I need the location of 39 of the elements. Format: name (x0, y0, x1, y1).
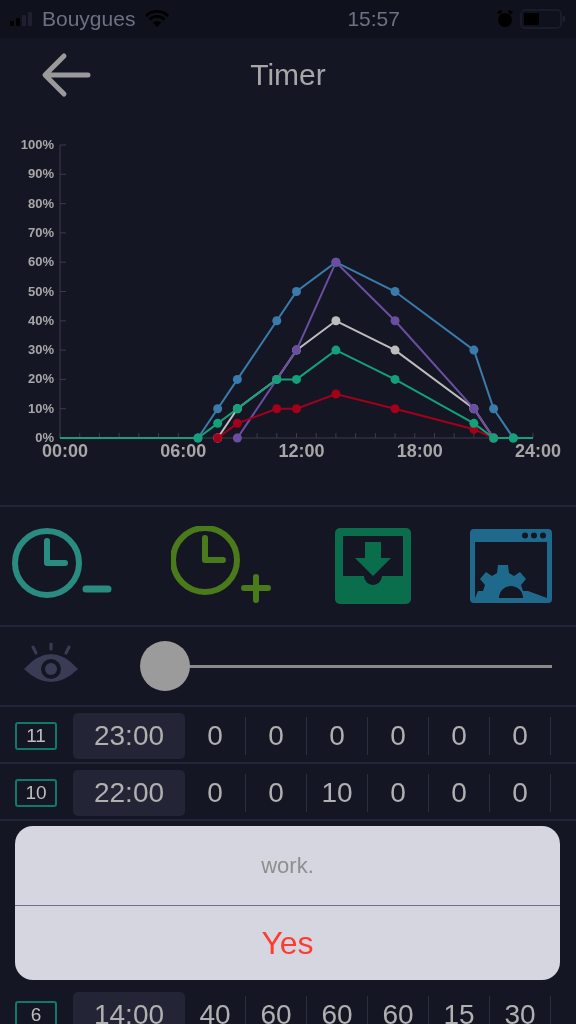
table-cell: 0 (246, 716, 307, 755)
table-cell: 0 (368, 773, 429, 812)
table-cell: 0 (429, 716, 490, 755)
x-tick-label: 24:00 (515, 441, 561, 461)
table-cell: 0 (185, 773, 246, 812)
status-time: 15:57 (347, 7, 400, 31)
table-cell: 0 (368, 716, 429, 755)
y-tick-label: 30% (27, 342, 54, 358)
y-tick-label: 70% (27, 224, 54, 240)
carrier-name: Bouygues (42, 7, 136, 31)
y-tick-label: 50% (27, 283, 54, 299)
table-cell: 60 (307, 995, 368, 1024)
table-cell: 10 (307, 773, 368, 812)
table-cell: 0 (490, 773, 551, 812)
x-tick-label: 18:00 (396, 441, 443, 461)
y-tick-label: 60% (27, 254, 54, 270)
y-tick-label: 100% (20, 137, 54, 152)
row-number: 6 (15, 1000, 57, 1024)
y-tick-label: 80% (27, 195, 54, 211)
table-cell: 15 (429, 995, 490, 1024)
table-cell: 0 (490, 716, 551, 755)
table-cell: 0 (246, 773, 307, 812)
y-tick-label: 40% (27, 312, 54, 328)
y-tick-label: 20% (27, 371, 54, 387)
table-cell: 30 (490, 995, 551, 1024)
y-tick-label: 90% (27, 166, 54, 182)
x-tick-label: 06:00 (160, 441, 207, 461)
table-cell: 0 (307, 716, 368, 755)
screen-title: Timer (249, 58, 327, 92)
x-tick-label: 12:00 (278, 441, 325, 461)
table-cell: 60 (368, 995, 429, 1024)
table-cell: 40 (185, 995, 246, 1024)
row-number: 10 (15, 778, 57, 807)
alert-message: work. (15, 826, 560, 906)
table-cell: 0 (185, 716, 246, 755)
table-cell: 60 (246, 995, 307, 1024)
row-number: 11 (15, 721, 57, 750)
table-cell: 0 (429, 773, 490, 812)
y-tick-label: 10% (27, 400, 54, 416)
